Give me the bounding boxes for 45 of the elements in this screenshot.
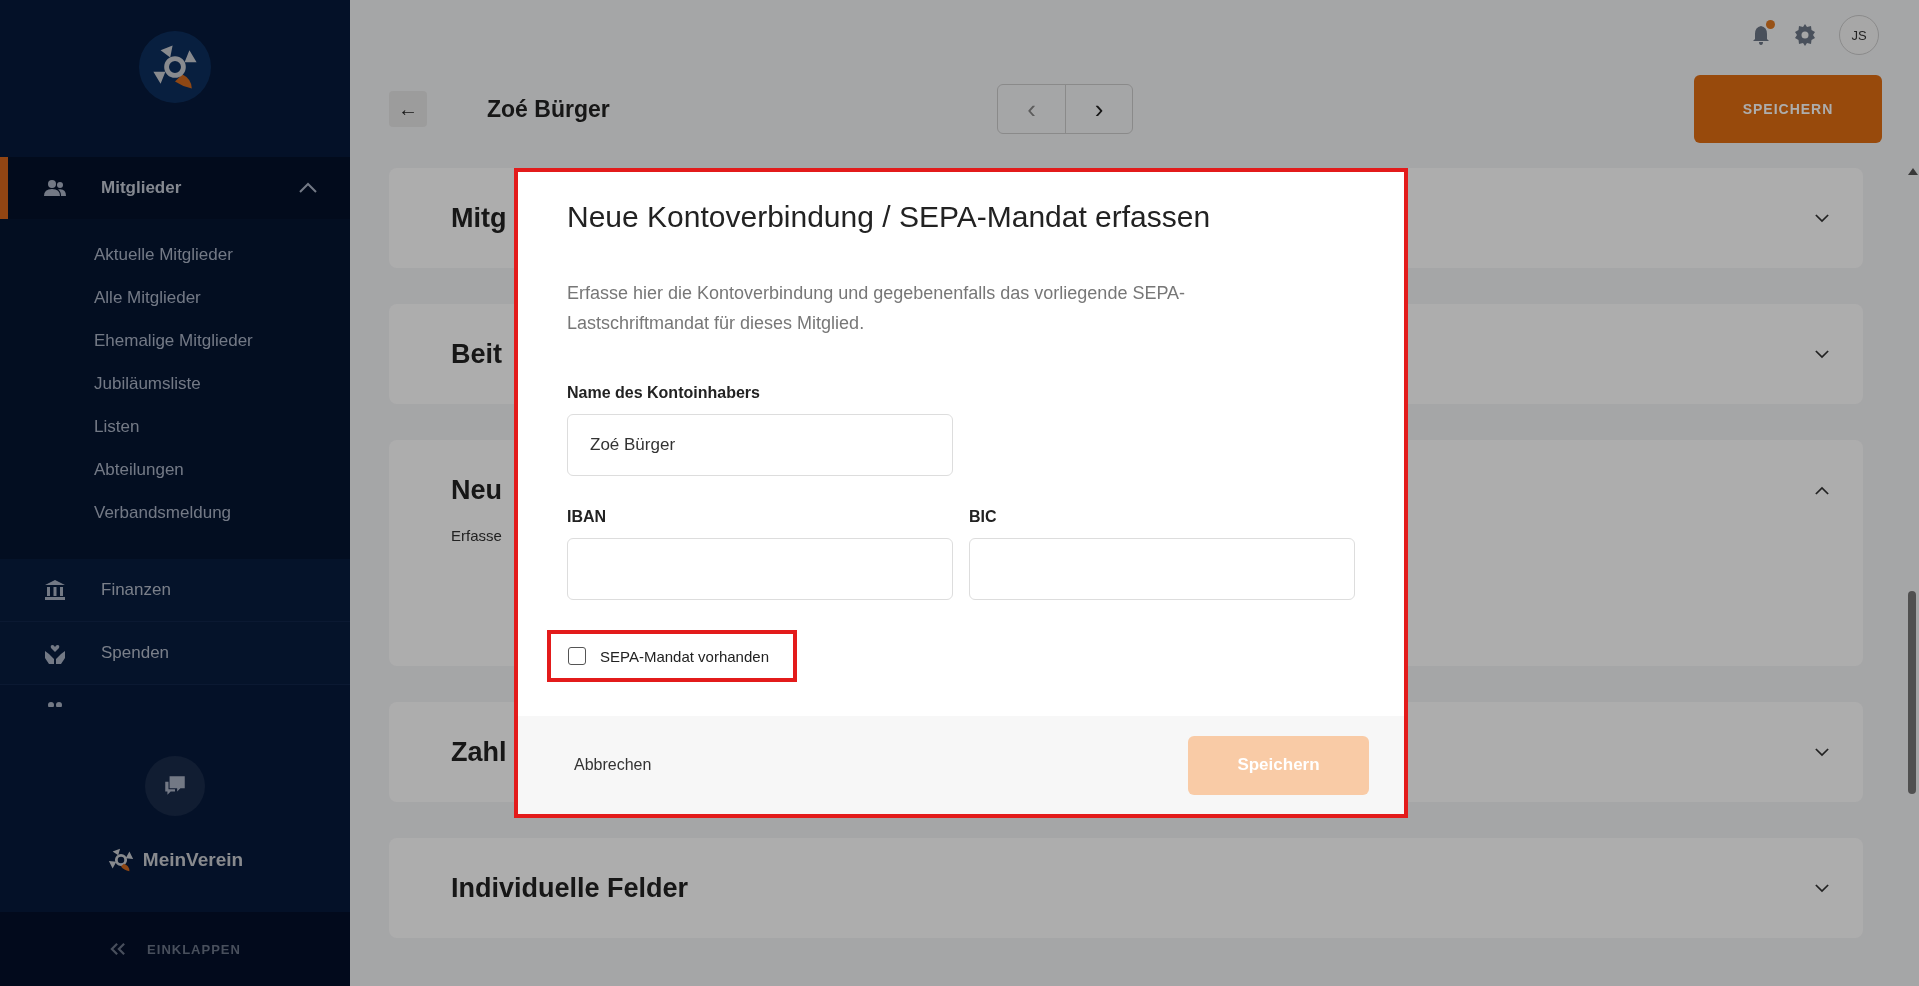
chevron-icon[interactable]	[1815, 213, 1829, 223]
input-field[interactable]: Zoé Bürger	[567, 414, 953, 476]
submenu-item[interactable]: Aktuelle Mitglieder	[94, 233, 350, 276]
submenu-item[interactable]: Ehemalige Mitglieder	[94, 319, 350, 362]
next-button[interactable]: ›	[1065, 85, 1132, 133]
input-field[interactable]	[969, 538, 1355, 600]
section-title: Mitg	[451, 202, 507, 234]
double-chevron-icon	[109, 942, 128, 956]
checkbox[interactable]	[568, 647, 586, 665]
dialog-description: Erfasse hier die Kontoverbindung und gegebenenfalls das vorliegende SEPA-Lastschriftmandat für dieses Mitglied.	[567, 282, 1187, 335]
field-label: Name des Kontoinhabers	[567, 384, 761, 402]
chevron-icon[interactable]	[1815, 747, 1829, 757]
scroll-up-icon[interactable]	[1908, 168, 1918, 175]
bank-icon	[43, 578, 67, 602]
section-text: Erfasse	[451, 527, 503, 544]
dialog-title: Neue Kontoverbindung / SEPA-Mandat erfassen	[567, 200, 1212, 234]
section-title: Neu	[451, 474, 502, 506]
user-avatar[interactable]: JS	[1839, 15, 1879, 55]
field-label: IBAN	[567, 508, 608, 526]
submenu-item[interactable]: Verbandsmeldung	[94, 491, 350, 534]
scrollbar-thumb[interactable]	[1908, 591, 1916, 794]
logo-icon	[106, 846, 135, 874]
section-title: Zahl	[451, 736, 507, 768]
submenu-item[interactable]: Abteilungen	[94, 448, 350, 491]
nav-item[interactable]: Mitglieder	[0, 157, 350, 219]
submenu-item[interactable]: Listen	[94, 405, 350, 448]
brand-name: MeinVerein	[142, 849, 244, 871]
submenu-item[interactable]: Alle Mitglieder	[94, 276, 350, 319]
page-title: Zoé Bürger	[487, 95, 611, 123]
cancel-button[interactable]: Abbrechen	[568, 755, 658, 775]
save-button[interactable]: SPEICHERN	[1694, 75, 1882, 143]
section-title: Beit	[451, 338, 502, 370]
collapse-button[interactable]: EINKLAPPEN	[0, 912, 350, 986]
input-field[interactable]	[567, 538, 953, 600]
back-button[interactable]: ←	[389, 91, 427, 127]
settings-icon[interactable]	[1793, 23, 1817, 47]
chevron-icon[interactable]	[1815, 349, 1829, 359]
logo-icon	[139, 31, 211, 103]
field-label: BIC	[969, 508, 998, 526]
checkbox-label[interactable]: SEPA-Mandat vorhanden	[600, 647, 769, 665]
chevron-icon[interactable]	[1815, 485, 1829, 495]
chevron-icon[interactable]	[1815, 883, 1829, 893]
section-title: Individuelle Felder	[451, 872, 689, 904]
submenu-item[interactable]: Jubiläumsliste	[94, 362, 350, 405]
previous-button[interactable]: ‹	[998, 85, 1065, 133]
